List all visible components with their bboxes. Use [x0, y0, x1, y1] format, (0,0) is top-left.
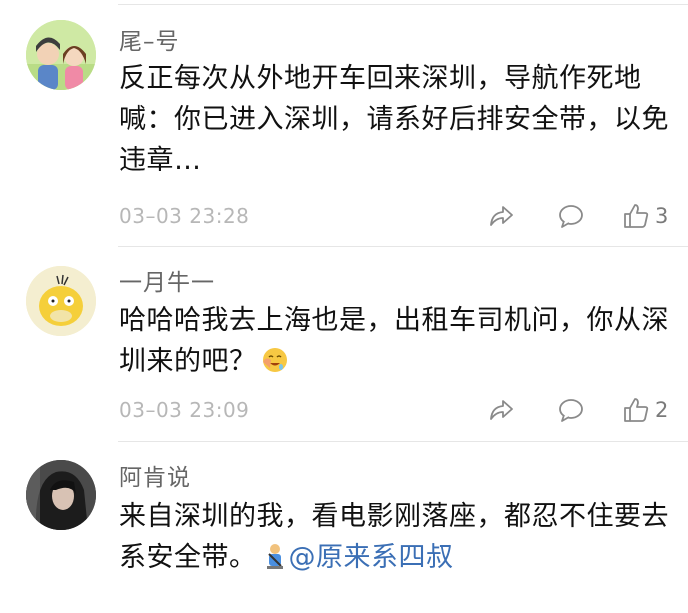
comment-username[interactable]: 尾–号 [119, 22, 180, 56]
comment-divider [118, 246, 688, 247]
reply-button[interactable] [556, 394, 586, 426]
comment-bubble-icon [559, 399, 583, 422]
cartoon-couple-avatar[interactable] [26, 20, 96, 90]
thumbs-up-icon [624, 204, 649, 228]
like-button[interactable]: 3 [621, 200, 668, 232]
comment-divider [118, 441, 688, 442]
comment-text-content: 哈哈哈我去上海也是，出租车司机问，你从深圳来的吧？ [119, 305, 669, 377]
drooling-face-emoji [262, 348, 287, 372]
comment-username[interactable]: 一月牛一 [119, 263, 215, 297]
comment-meta: 03–03 23:28 3 [119, 200, 678, 234]
mention-link[interactable]: @原来系四叔 [289, 542, 454, 573]
like-count: 2 [655, 398, 669, 422]
share-icon [490, 206, 513, 226]
woman-photo-avatar[interactable] [26, 460, 96, 530]
thumbs-up-icon [624, 398, 649, 422]
comment-meta: 03–03 23:09 2 [119, 394, 678, 428]
seat-belt-figure-emoji [266, 544, 283, 569]
share-button[interactable] [486, 394, 516, 426]
comment-timestamp: 03–03 23:09 [119, 398, 250, 422]
like-button[interactable]: 2 [621, 394, 668, 426]
like-count: 3 [655, 204, 669, 228]
comment-text: 来自深圳的我，看电影刚落座，都忍不住要去系安全带。 @原来系四叔 [119, 496, 679, 578]
comment-bubble-icon [559, 205, 583, 228]
comment-text: 哈哈哈我去上海也是，出租车司机问，你从深圳来的吧？ [119, 300, 679, 382]
comment-username[interactable]: 阿肯说 [119, 458, 191, 492]
share-button[interactable] [486, 200, 516, 232]
share-icon [490, 400, 513, 420]
top-divider [118, 4, 688, 5]
comment-text: 反正每次从外地开车回来深圳，导航作死地喊：你已进入深圳，请系好后排安全带，以免违… [119, 63, 669, 176]
comment-timestamp: 03–03 23:28 [119, 204, 250, 228]
reply-button[interactable] [556, 200, 586, 232]
psyduck-avatar[interactable] [26, 266, 96, 336]
